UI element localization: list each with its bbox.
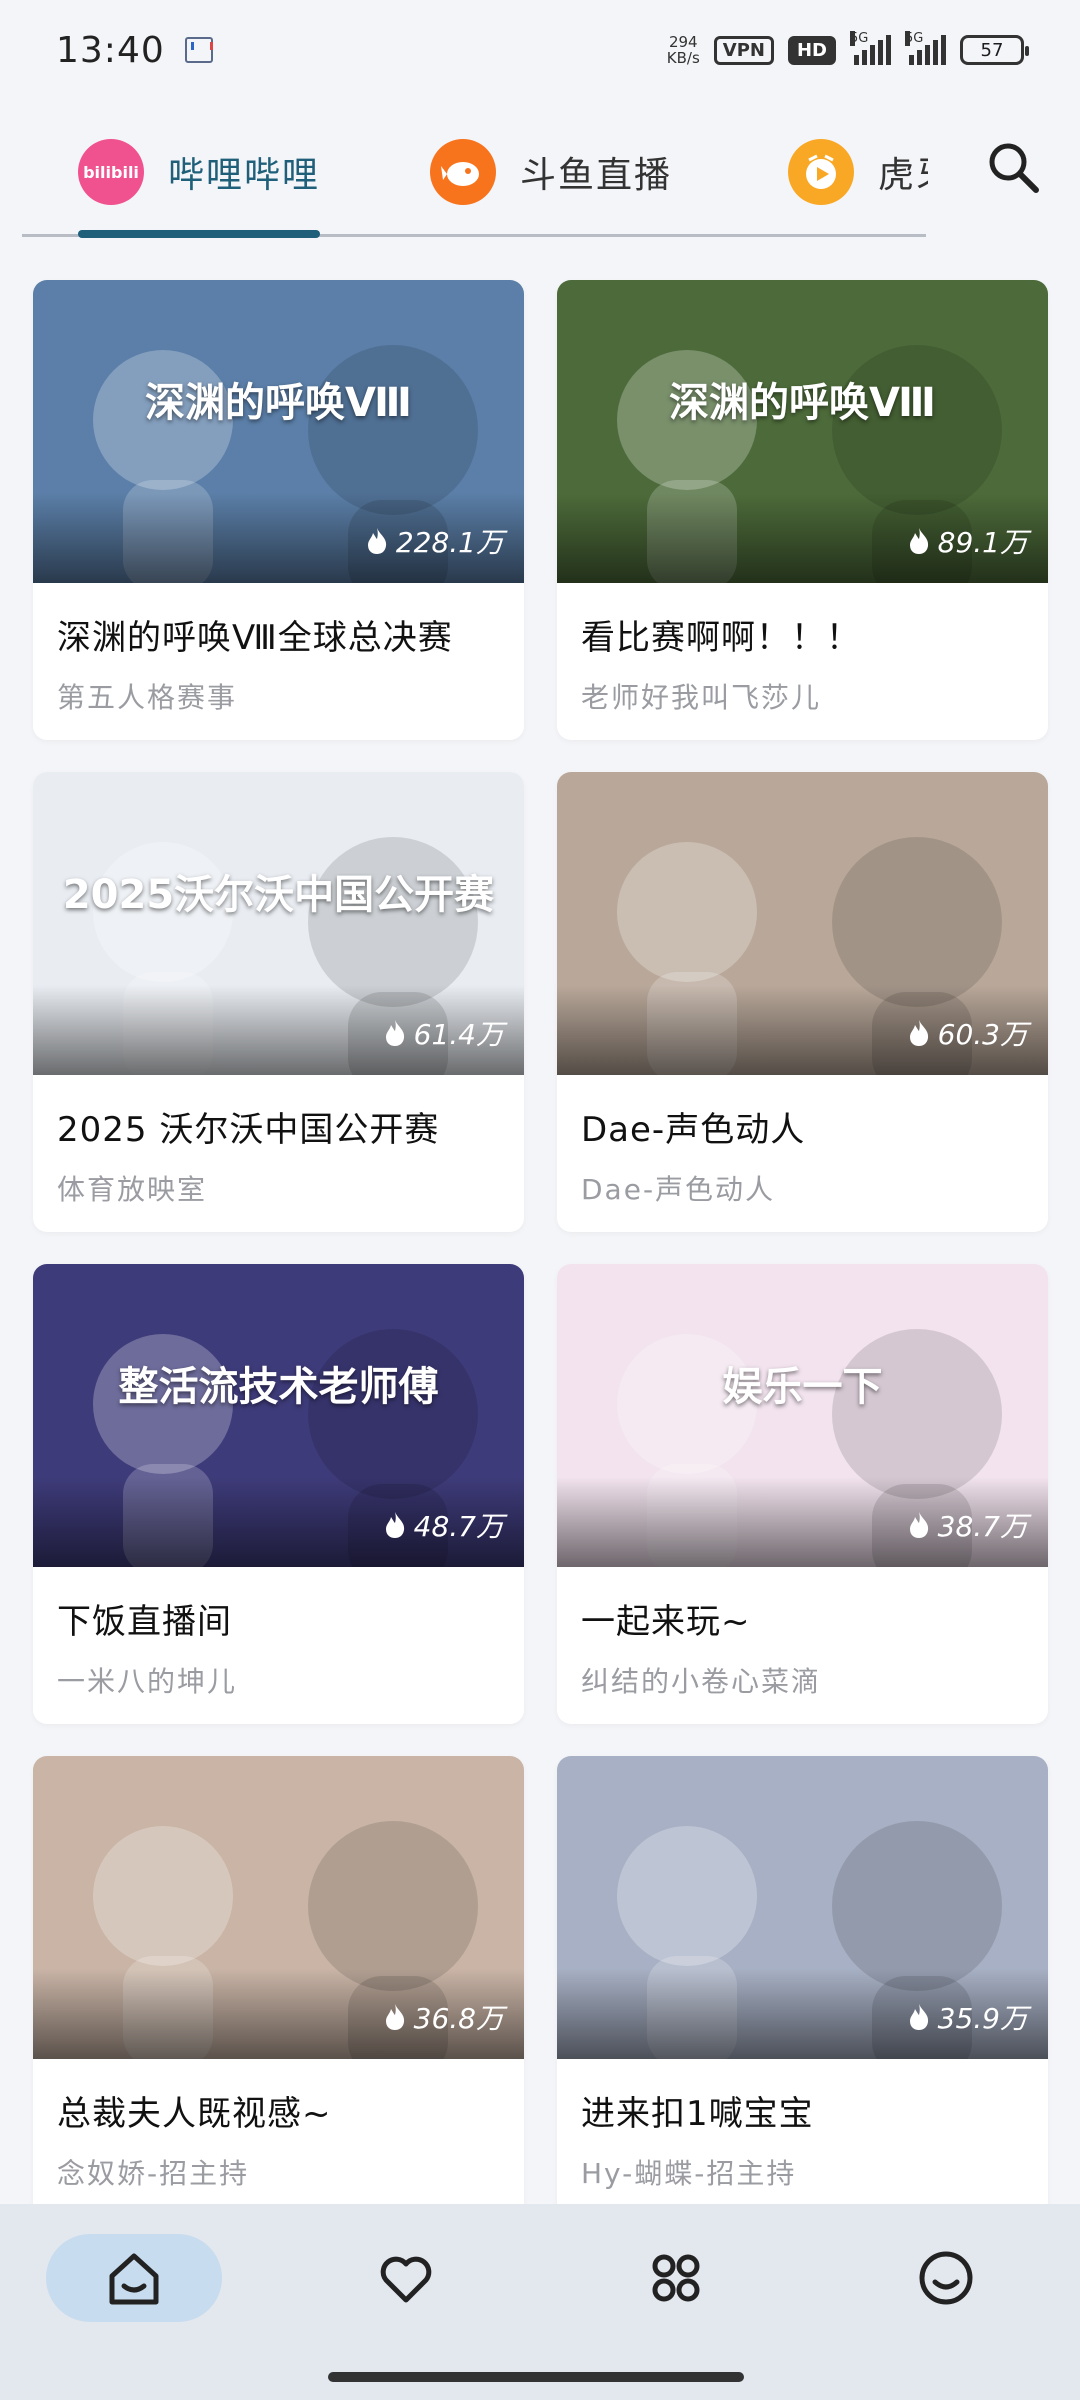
viewer-count-text: 89.1万 xyxy=(937,526,1028,559)
douyu-logo-icon xyxy=(430,139,496,205)
stream-thumbnail: 60.3万 xyxy=(557,772,1048,1075)
signal-strength-icon: 5G xyxy=(905,31,946,65)
stream-title: 2025 沃尔沃中国公开赛 xyxy=(57,1110,440,1150)
viewer-count: 36.8万 xyxy=(384,1997,504,2037)
stream-thumbnail: 36.8万 xyxy=(33,1756,524,2059)
bilibili-logo-icon: bilibili xyxy=(78,139,144,205)
thumbnail-caption: 整活流技术老师傅 xyxy=(118,1364,439,1410)
tab-label: 斗鱼直播 xyxy=(520,155,673,196)
viewer-count-text: 60.3万 xyxy=(937,1018,1028,1051)
streamer-name: Dae-声色动人 xyxy=(581,1173,776,1206)
signal-strength-icon: 5G xyxy=(850,31,891,65)
viewer-count-text: 48.7万 xyxy=(413,1510,504,1543)
gesture-home-bar[interactable] xyxy=(328,2372,744,2382)
stream-card[interactable]: 2025沃尔沃中国公开赛 61.4万 2025 沃尔沃中国公开赛体育放映室 xyxy=(33,772,524,1232)
tab-bilibili[interactable]: bilibili 哔哩哔哩 xyxy=(78,132,320,212)
heart-icon xyxy=(380,2256,432,2303)
viewer-count: 60.3万 xyxy=(908,1013,1028,1053)
tab-label: 虎牙 xyxy=(878,155,928,196)
stream-thumbnail: 深渊的呼唤Ⅷ 228.1万 xyxy=(33,280,524,583)
flame-icon xyxy=(385,2004,404,2030)
stream-thumbnail: 娱乐一下 38.7万 xyxy=(557,1264,1048,1567)
flame-icon xyxy=(385,1020,404,1046)
stream-title: 进来扣1喊宝宝 xyxy=(581,2094,814,2134)
viewer-count: 48.7万 xyxy=(384,1505,504,1545)
huya-logo-icon xyxy=(788,139,854,205)
stream-thumbnail: 整活流技术老师傅 48.7万 xyxy=(33,1264,524,1567)
viewer-count: 35.9万 xyxy=(908,1997,1028,2037)
flame-icon xyxy=(909,1020,928,1046)
tab-huya[interactable]: 虎牙 xyxy=(788,132,928,212)
stream-card[interactable]: 36.8万总裁夫人既视感~ 念奴娇-招主持 xyxy=(33,1756,524,2216)
viewer-count: 38.7万 xyxy=(908,1505,1028,1545)
streamer-name: 体育放映室 xyxy=(57,1173,208,1206)
active-tab-indicator xyxy=(78,230,320,238)
streamer-name: 第五人格赛事 xyxy=(57,681,238,714)
battery-icon: 57 xyxy=(960,35,1029,65)
bottom-navigation xyxy=(0,2204,1080,2400)
viewer-count-text: 228.1万 xyxy=(395,526,504,559)
mail-notification-icon xyxy=(184,37,213,63)
status-bar: 13:40 294 KB/s VPN HD 5G 5G 57 xyxy=(0,0,1080,100)
nav-favorites-button[interactable] xyxy=(318,2234,494,2322)
thumbnail-caption: 深渊的呼唤Ⅷ xyxy=(669,380,936,426)
stream-title: 总裁夫人既视感~ xyxy=(57,2094,332,2134)
viewer-count-text: 35.9万 xyxy=(937,2002,1028,2035)
streamer-name: 一米八的坤儿 xyxy=(57,1665,238,1698)
search-icon xyxy=(989,143,1039,193)
viewer-count-text: 38.7万 xyxy=(937,1510,1028,1543)
stream-title: Dae-声色动人 xyxy=(581,1110,806,1150)
flame-icon xyxy=(385,1512,404,1538)
viewer-count-text: 36.8万 xyxy=(413,2002,504,2035)
nav-profile-button[interactable] xyxy=(858,2234,1034,2322)
thumbnail-caption: 娱乐一下 xyxy=(722,1364,883,1410)
stream-card[interactable]: 整活流技术老师傅 48.7万下饭直播间一米八的坤儿 xyxy=(33,1264,524,1724)
platform-tabs: bilibili 哔哩哔哩 斗鱼直播 虎牙 xyxy=(0,110,1080,240)
flame-icon xyxy=(909,1512,928,1538)
stream-card[interactable]: 深渊的呼唤Ⅷ 228.1万深渊的呼唤Ⅷ全球总决赛第五人格赛事 xyxy=(33,280,524,740)
grid-icon xyxy=(652,2254,700,2302)
status-time: 13:40 xyxy=(56,29,165,71)
stream-card[interactable]: 35.9万进来扣1喊宝宝 Hy-蝴蝶-招主持 xyxy=(557,1756,1048,2216)
tab-label: 哔哩哔哩 xyxy=(168,155,321,196)
stream-card[interactable]: 深渊的呼唤Ⅷ 89.1万看比赛啊啊！！！ 老师好我叫飞莎儿 xyxy=(557,280,1048,740)
viewer-count: 61.4万 xyxy=(384,1013,504,1053)
streamer-name: Hy-蝴蝶-招主持 xyxy=(581,2157,797,2190)
stream-title: 下饭直播间 xyxy=(57,1602,232,1642)
vpn-indicator: VPN xyxy=(713,35,774,65)
flame-icon xyxy=(909,528,928,554)
streamer-name: 纠结的小卷心菜滴 xyxy=(581,1665,822,1698)
tab-douyu[interactable]: 斗鱼直播 xyxy=(430,132,672,212)
thumbnail-caption: 2025沃尔沃中国公开赛 xyxy=(62,872,495,918)
home-icon xyxy=(109,2253,159,2305)
stream-title: 一起来玩~ xyxy=(581,1602,751,1642)
stream-title: 深渊的呼唤Ⅷ全球总决赛 xyxy=(57,618,453,658)
network-speed: 294 KB/s xyxy=(666,33,700,67)
stream-card[interactable]: 60.3万 Dae-声色动人 Dae-声色动人 xyxy=(557,772,1048,1232)
search-button[interactable] xyxy=(984,138,1044,198)
viewer-count: 89.1万 xyxy=(908,521,1028,561)
streamer-name: 老师好我叫飞莎儿 xyxy=(581,681,822,714)
nav-home-button[interactable] xyxy=(46,2234,222,2322)
stream-card[interactable]: 娱乐一下 38.7万一起来玩~ 纠结的小卷心菜滴 xyxy=(557,1264,1048,1724)
viewer-count: 228.1万 xyxy=(366,521,504,561)
flame-icon xyxy=(909,2004,928,2030)
stream-thumbnail: 35.9万 xyxy=(557,1756,1048,2059)
flame-icon xyxy=(367,528,386,554)
hd-indicator: HD xyxy=(787,35,836,65)
smile-icon xyxy=(919,2251,973,2305)
nav-categories-button[interactable] xyxy=(588,2234,764,2322)
stream-title: 看比赛啊啊！！！ xyxy=(581,618,861,658)
stream-thumbnail: 2025沃尔沃中国公开赛 61.4万 xyxy=(33,772,524,1075)
viewer-count-text: 61.4万 xyxy=(413,1018,504,1051)
streamer-name: 念奴娇-招主持 xyxy=(57,2157,250,2190)
thumbnail-caption: 深渊的呼唤Ⅷ xyxy=(145,380,412,426)
stream-thumbnail: 深渊的呼唤Ⅷ 89.1万 xyxy=(557,280,1048,583)
